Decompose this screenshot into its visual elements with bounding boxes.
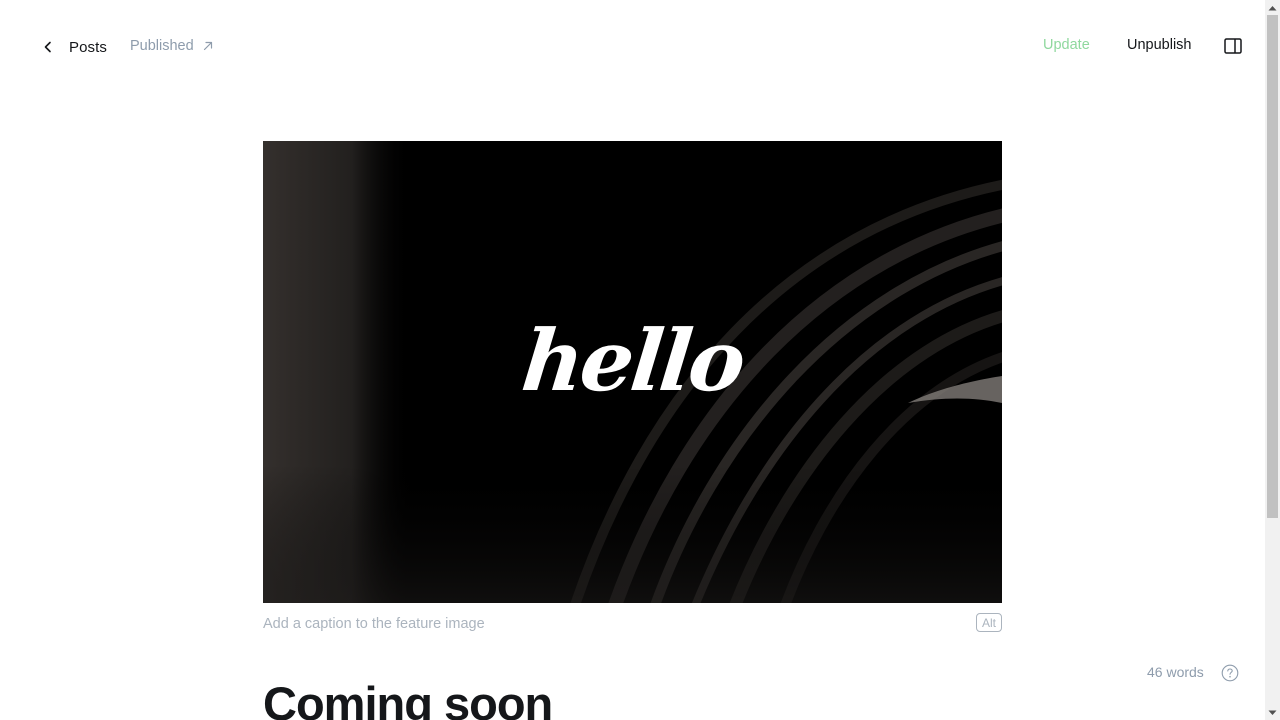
chevron-left-icon: [40, 39, 56, 55]
post-status-link[interactable]: Published: [130, 38, 214, 54]
post-title[interactable]: Coming soon: [263, 676, 553, 720]
arrow-up-right-icon: [202, 40, 214, 52]
unpublish-button[interactable]: Unpublish: [1120, 37, 1199, 53]
scroll-up-arrow[interactable]: [1265, 0, 1280, 15]
scrollbar-thumb[interactable]: [1267, 15, 1278, 518]
sidebar-toggle-icon: [1224, 37, 1242, 59]
feature-image[interactable]: hello: [263, 141, 1002, 603]
question-circle-icon[interactable]: [1221, 664, 1239, 682]
update-button[interactable]: Update: [1036, 37, 1097, 53]
settings-sidebar-toggle[interactable]: [1222, 37, 1244, 59]
post-editor-page: Posts Published Update Unpublish hello A…: [0, 0, 1280, 720]
word-count: 46 words: [1147, 664, 1204, 680]
back-link-label: Posts: [69, 38, 108, 56]
alt-text-button[interactable]: Alt: [976, 613, 1002, 632]
feature-image-overlay-text: hello: [517, 311, 748, 410]
back-to-posts-link[interactable]: Posts: [40, 36, 107, 58]
editor-header: Posts Published Update Unpublish: [0, 0, 1265, 94]
scroll-down-arrow[interactable]: [1265, 705, 1280, 720]
feature-image-caption-input[interactable]: [263, 612, 943, 636]
feature-image-caption-row: Alt: [263, 612, 1002, 636]
post-status-label: Published: [130, 38, 194, 54]
